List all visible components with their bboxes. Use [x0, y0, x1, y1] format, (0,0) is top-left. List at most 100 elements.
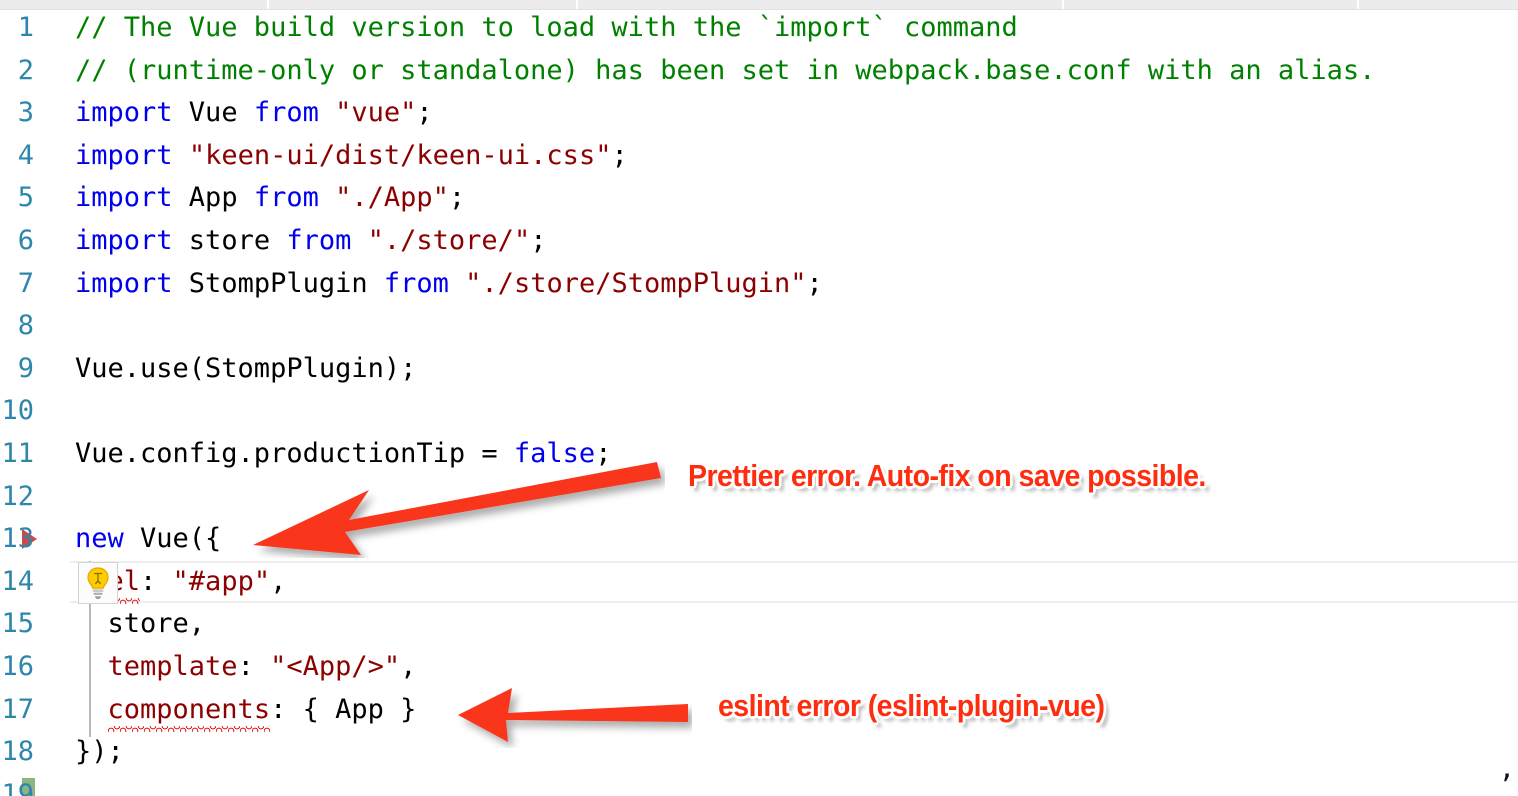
- editor-screenshot: 1 // The Vue build version to load with t…: [0, 0, 1518, 796]
- line-number: 2: [17, 54, 34, 86]
- code-line[interactable]: import store from "./store/";: [70, 220, 1518, 263]
- code-token: ;: [611, 139, 628, 171]
- line-number: 11: [1, 438, 34, 469]
- error-token: components: [107, 689, 270, 732]
- code-token: Vue.use(StompPlugin);: [75, 352, 417, 384]
- code-line[interactable]: import "keen-ui/dist/keen-ui.css";: [70, 135, 1518, 178]
- code-line-text: store,: [70, 608, 206, 639]
- code-line[interactable]: // The Vue build version to load with th…: [70, 7, 1518, 50]
- code-editor[interactable]: 1 // The Vue build version to load with t…: [0, 10, 1518, 796]
- code-token: template: [107, 651, 238, 682]
- code-line-text: import "keen-ui/dist/keen-ui.css";: [70, 140, 628, 171]
- code-token: import: [75, 182, 173, 214]
- code-token: import: [75, 97, 173, 129]
- code-token: from: [253, 97, 319, 129]
- annotation-arrow-eslint: [458, 688, 688, 742]
- line-number: 4: [17, 139, 34, 171]
- code-token: import: [75, 267, 173, 299]
- code-token: import: [75, 139, 173, 171]
- code-line-text: template: "<App/>",: [70, 651, 417, 682]
- code-line-text: // The Vue build version to load with th…: [70, 12, 1018, 43]
- code-line-text: new Vue({: [70, 523, 221, 554]
- code-token: "./store/": [367, 225, 531, 256]
- line-number: 1: [17, 12, 34, 43]
- code-token: "./App": [335, 182, 449, 214]
- code-line[interactable]: });: [70, 731, 1518, 774]
- code-token: new: [75, 523, 124, 555]
- code-token: StompPlugin: [172, 267, 384, 299]
- code-token: ;: [416, 97, 433, 129]
- code-line[interactable]: store,: [70, 603, 1518, 646]
- code-line-text: import StompPlugin from "./store/StompPl…: [70, 268, 823, 299]
- code-line-text: import App from "./App";: [70, 182, 465, 213]
- code-token: // The Vue build version to load with th…: [75, 12, 1018, 43]
- line-number: 14: [1, 565, 34, 597]
- line-number: 12: [1, 480, 34, 512]
- code-token: ,: [270, 565, 287, 597]
- code-token: Vue({: [123, 523, 222, 555]
- annotation-label-prettier: Prettier error. Auto-fix on save possibl…: [688, 458, 1206, 493]
- clipped-glyph: ’: [1498, 770, 1512, 794]
- code-token: store: [172, 225, 287, 256]
- code-token: ;: [530, 225, 547, 256]
- line-number: 19: [1, 778, 34, 796]
- line-number: 6: [17, 225, 34, 256]
- code-token: from: [253, 182, 319, 214]
- line-number: 17: [1, 693, 34, 725]
- code-line[interactable]: import Vue from "vue";: [70, 92, 1518, 135]
- code-line[interactable]: el: "#app",: [70, 561, 1518, 604]
- code-token: import: [75, 225, 173, 256]
- code-line[interactable]: import StompPlugin from "./store/StompPl…: [70, 263, 1518, 306]
- code-token: "./store/StompPlugin": [465, 267, 807, 299]
- code-token: // (runtime-only or standalone) has been…: [75, 54, 1376, 86]
- code-token: :: [140, 565, 173, 597]
- intention-bulb-button[interactable]: [78, 561, 118, 604]
- line-number: 9: [17, 352, 34, 384]
- line-number: 15: [1, 608, 34, 640]
- code-line-text: import store from "./store/";: [70, 225, 546, 256]
- code-token: });: [75, 736, 124, 768]
- annotation-label-eslint: eslint error (eslint-plugin-vue): [718, 688, 1105, 723]
- code-token: "vue": [335, 97, 417, 129]
- code-token: ;: [806, 267, 823, 299]
- code-token: "#app": [172, 565, 271, 597]
- line-number: 8: [17, 310, 34, 342]
- code-line[interactable]: // (runtime-only or standalone) has been…: [70, 50, 1518, 93]
- code-line[interactable]: template: "<App/>",: [70, 646, 1518, 689]
- code-line[interactable]: [70, 774, 1518, 796]
- line-number: 13: [1, 523, 34, 555]
- line-number: 5: [17, 182, 34, 214]
- lightbulb-icon: [87, 567, 109, 599]
- line-number: 10: [1, 395, 34, 427]
- code-line-text: components: { App }: [70, 693, 417, 732]
- line-number: 16: [1, 651, 34, 682]
- code-line[interactable]: Vue.use(StompPlugin);: [70, 348, 1518, 391]
- code-line[interactable]: import App from "./App";: [70, 177, 1518, 220]
- code-token: ;: [448, 182, 466, 214]
- code-token: :: [237, 651, 271, 682]
- code-token: "keen-ui/dist/keen-ui.css": [188, 139, 612, 171]
- code-token: "<App/>": [270, 651, 401, 682]
- code-line[interactable]: [70, 390, 1518, 433]
- line-number: 7: [17, 267, 34, 299]
- code-line[interactable]: [70, 305, 1518, 348]
- code-line-text: });: [70, 736, 124, 767]
- code-token: : { App }: [270, 693, 417, 725]
- code-token: App: [172, 182, 254, 214]
- code-line-text: Vue.use(StompPlugin);: [70, 353, 416, 384]
- line-number: 18: [1, 736, 34, 768]
- code-token: Vue: [172, 97, 254, 129]
- code-token: ,: [400, 651, 417, 682]
- code-token: from: [383, 267, 449, 299]
- line-number: 3: [17, 97, 34, 129]
